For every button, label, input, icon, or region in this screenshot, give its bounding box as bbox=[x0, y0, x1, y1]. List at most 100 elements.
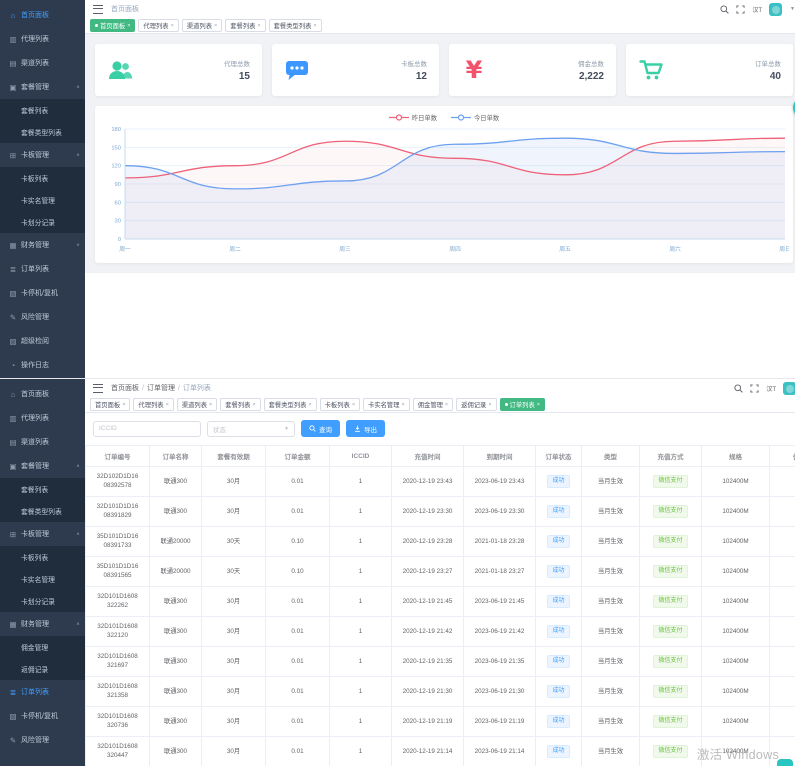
sidebar-subitem[interactable]: 卡实名管理 bbox=[0, 568, 85, 590]
tab-首页面板[interactable]: 首页面板× bbox=[90, 19, 135, 32]
tab-套餐类型列表[interactable]: 套餐类型列表× bbox=[269, 19, 322, 32]
close-tab-icon[interactable]: × bbox=[252, 402, 255, 408]
sidebar-item[interactable]: ▧卡停机/复机 bbox=[0, 281, 85, 305]
sidebar-subitem[interactable]: 卡板列表 bbox=[0, 546, 85, 568]
sidebar-subitem[interactable]: 套餐类型列表 bbox=[0, 121, 85, 143]
tab-卡板列表[interactable]: 卡板列表× bbox=[320, 398, 360, 411]
sidebar-item[interactable]: ✎风险管理 bbox=[0, 305, 85, 329]
tab-佣金管理[interactable]: 佣金管理× bbox=[413, 398, 453, 411]
sidebar-item[interactable]: ◔操作日志 bbox=[0, 353, 85, 377]
sidebar-item[interactable]: ▤渠道列表 bbox=[0, 51, 85, 75]
cell-iccid: 1 bbox=[330, 587, 392, 617]
sidebar-item[interactable]: ▤渠道列表 bbox=[0, 430, 85, 454]
sidebar-item[interactable]: ⌂首页面板 bbox=[0, 3, 85, 27]
tab-套餐类型列表[interactable]: 套餐类型列表× bbox=[264, 398, 317, 411]
sidebar-subitem[interactable]: 套餐列表 bbox=[0, 99, 85, 121]
close-tab-icon[interactable]: × bbox=[122, 402, 125, 408]
tab-订单列表[interactable]: 订单列表× bbox=[500, 398, 545, 411]
export-button[interactable]: 导出 bbox=[346, 420, 385, 437]
cell-status: 成功 bbox=[536, 467, 582, 497]
fullscreen-icon[interactable] bbox=[736, 5, 745, 14]
cell-expire-time: 2023-06-19 21:19 bbox=[464, 707, 536, 737]
corner-float-button[interactable] bbox=[777, 759, 793, 766]
avatar[interactable] bbox=[769, 3, 782, 16]
cell-status: 成功 bbox=[536, 647, 582, 677]
sidebar-item[interactable]: ▥代理列表 bbox=[0, 27, 85, 51]
collapse-menu-icon[interactable] bbox=[93, 384, 103, 393]
close-tab-icon[interactable]: × bbox=[171, 23, 174, 29]
close-tab-icon[interactable]: × bbox=[313, 23, 316, 29]
sidebar-item[interactable]: ▧卡停机/复机 bbox=[0, 704, 85, 728]
search-icon[interactable] bbox=[720, 5, 729, 14]
close-tab-icon[interactable]: × bbox=[352, 402, 355, 408]
font-size-icon[interactable]: 汉T bbox=[766, 384, 776, 393]
sidebar-item[interactable]: ▣套餐管理∧ bbox=[0, 75, 85, 99]
cell-validity: 30月 bbox=[202, 497, 266, 527]
breadcrumb-item[interactable]: 订单管理 bbox=[147, 383, 175, 393]
cell-validity: 30月 bbox=[202, 707, 266, 737]
tab-首页面板[interactable]: 首页面板× bbox=[90, 398, 130, 411]
breadcrumb-item[interactable]: 首页面板 bbox=[111, 4, 139, 14]
stat-card: 卡板总数12 bbox=[272, 44, 439, 96]
sidebar-subitem[interactable]: 卡划分记录 bbox=[0, 590, 85, 612]
sidebar-item[interactable]: ⊞卡板管理∧ bbox=[0, 522, 85, 546]
sidebar-item[interactable]: ▦财务管理∧ bbox=[0, 612, 85, 636]
close-tab-icon[interactable]: × bbox=[308, 402, 311, 408]
tab-渠道列表[interactable]: 渠道列表× bbox=[177, 398, 217, 411]
logs-icon: ◔ bbox=[8, 361, 18, 370]
sidebar-item[interactable]: ▥代理列表 bbox=[0, 406, 85, 430]
tab-卡实名管理[interactable]: 卡实名管理× bbox=[363, 398, 410, 411]
tab-渠道列表[interactable]: 渠道列表× bbox=[182, 19, 222, 32]
tab-套餐列表[interactable]: 套餐列表× bbox=[225, 19, 265, 32]
cell-charge-time: 2020-12-19 21:35 bbox=[392, 647, 464, 677]
close-tab-icon[interactable]: × bbox=[445, 402, 448, 408]
legend-item[interactable]: 今日单数 bbox=[451, 113, 499, 122]
close-tab-icon[interactable]: × bbox=[257, 23, 260, 29]
sidebar-item-label: 首页面板 bbox=[21, 10, 49, 20]
sidebar-subitem[interactable]: 卡划分记录 bbox=[0, 211, 85, 233]
close-tab-icon[interactable]: × bbox=[488, 402, 491, 408]
sidebar-item[interactable]: ≣订单列表 bbox=[0, 257, 85, 281]
column-header: 类型 bbox=[582, 446, 640, 467]
sidebar-item[interactable]: ⊞卡板管理∧ bbox=[0, 143, 85, 167]
sidebar-subitem[interactable]: 佣金管理 bbox=[0, 636, 85, 658]
collapse-menu-icon[interactable] bbox=[93, 5, 103, 14]
fullscreen-icon[interactable] bbox=[750, 384, 759, 393]
tab-代理列表[interactable]: 代理列表× bbox=[133, 398, 173, 411]
breadcrumb-item[interactable]: 首页面板 bbox=[111, 383, 139, 393]
avatar[interactable] bbox=[783, 382, 795, 395]
breadcrumb: 首页面板 bbox=[111, 4, 139, 14]
sidebar-item[interactable]: ✎风险管理 bbox=[0, 728, 85, 752]
close-tab-icon[interactable]: × bbox=[537, 402, 540, 408]
font-size-icon[interactable]: 汉T bbox=[752, 5, 762, 14]
sidebar-subitem[interactable]: 卡实名管理 bbox=[0, 189, 85, 211]
sidebar-subitem[interactable]: 套餐类型列表 bbox=[0, 500, 85, 522]
close-tab-icon[interactable]: × bbox=[209, 402, 212, 408]
close-tab-icon[interactable]: × bbox=[214, 23, 217, 29]
sidebar-item[interactable]: ▦财务管理∨ bbox=[0, 233, 85, 257]
close-tab-icon[interactable]: × bbox=[127, 23, 130, 29]
sidebar-item[interactable]: ⌂首页面板 bbox=[0, 382, 85, 406]
iccid-search-input[interactable] bbox=[93, 421, 201, 437]
status-select[interactable]: 状态 ▼ bbox=[207, 421, 295, 437]
search-icon[interactable] bbox=[734, 384, 743, 393]
sidebar-subitem[interactable]: 返佣记录 bbox=[0, 658, 85, 680]
sidebar-item[interactable]: ▣套餐管理∧ bbox=[0, 454, 85, 478]
sidebar-item[interactable]: ≣订单列表 bbox=[0, 680, 85, 704]
tab-套餐列表[interactable]: 套餐列表× bbox=[220, 398, 260, 411]
close-tab-icon[interactable]: × bbox=[166, 402, 169, 408]
cell-pay-method: 微信支付 bbox=[640, 737, 702, 766]
legend-item[interactable]: 昨日单数 bbox=[389, 113, 437, 122]
sidebar-item[interactable]: ▨超级检阅 bbox=[0, 329, 85, 353]
search-button[interactable]: 查询 bbox=[301, 420, 340, 437]
tab-代理列表[interactable]: 代理列表× bbox=[138, 19, 178, 32]
cell-status: 成功 bbox=[536, 617, 582, 647]
sidebar-subitem[interactable]: 卡板列表 bbox=[0, 167, 85, 189]
tab-label: 卡板列表 bbox=[325, 400, 350, 409]
close-tab-icon[interactable]: × bbox=[402, 402, 405, 408]
breadcrumb-item[interactable]: 订单列表 bbox=[183, 383, 211, 393]
chevron-down-icon[interactable]: ▼ bbox=[790, 6, 795, 12]
tab-返佣记录[interactable]: 返佣记录× bbox=[456, 398, 496, 411]
sidebar-subitem[interactable]: 套餐列表 bbox=[0, 478, 85, 500]
stat-card: 订单总数40 bbox=[626, 44, 793, 96]
